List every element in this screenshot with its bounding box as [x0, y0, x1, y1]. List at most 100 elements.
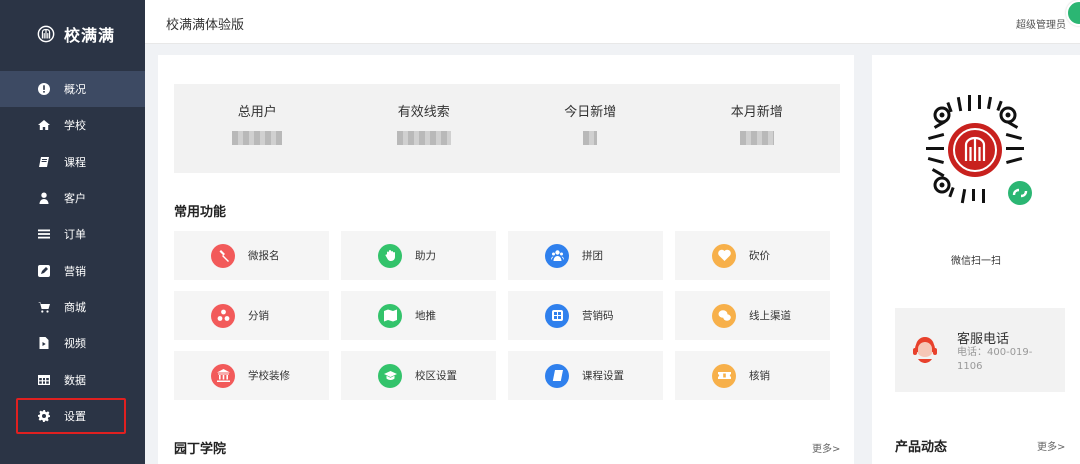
func-distribution[interactable]: 分销 [174, 291, 329, 340]
video-file-icon [38, 337, 50, 350]
graduation-cap-icon [378, 363, 402, 388]
list-icon [38, 228, 50, 240]
hammer-icon [211, 243, 235, 268]
stat-total-users: 总用户 [174, 84, 341, 173]
sidebar-item-label: 学校 [64, 119, 86, 133]
sidebar-item-overview[interactable]: 概况 [0, 71, 145, 108]
sidebar-item-school[interactable]: 学校 [0, 107, 145, 143]
func-verification[interactable]: 核销 [675, 351, 830, 400]
func-label: 微报名 [248, 250, 280, 262]
func-label: 线上渠道 [749, 310, 791, 322]
sidebar-item-mall[interactable]: 商城 [0, 289, 145, 325]
wechat-icon [712, 303, 736, 328]
func-group-buy[interactable]: 拼团 [508, 231, 663, 280]
stat-today-new: 今日新增 [507, 84, 674, 173]
academy-more-link[interactable]: 更多> [812, 440, 840, 455]
cart-icon [38, 301, 50, 313]
sidebar-item-label: 视频 [64, 337, 86, 351]
qrcode-icon [545, 303, 569, 328]
user-icon [38, 192, 50, 205]
func-online-channel[interactable]: 线上渠道 [675, 291, 830, 340]
func-school-decoration[interactable]: 学校装修 [174, 351, 329, 400]
func-campus-settings[interactable]: 校区设置 [341, 351, 496, 400]
bank-icon [211, 363, 235, 388]
map-icon [378, 303, 402, 328]
right-panel: 微信扫一扫 客服电话 电话：400-019-1106 产品动态 更多> [872, 55, 1080, 464]
func-label: 核销 [749, 370, 770, 382]
sidebar-item-video[interactable]: 视频 [0, 325, 145, 361]
sidebar-item-label: 数据 [64, 373, 86, 387]
wechat-miniprogram-qr [910, 75, 1040, 225]
service-phone: 电话：400-019-1106 [957, 347, 1033, 372]
main-panel: 总用户 有效线索 今日新增 本月新增 常用功能 微报名 助力 拼团 砍价 分销 … [158, 55, 854, 464]
stat-value-blurred [232, 131, 283, 145]
sidebar: 校满满 概况 学校 课程 客户 订单 营销 商城 视频 数据 设置 [0, 0, 145, 464]
group-icon [545, 243, 569, 268]
stat-label: 有效线索 [397, 105, 450, 120]
stat-value-blurred [396, 131, 451, 145]
func-label: 课程设置 [582, 370, 624, 382]
ticket-icon [712, 363, 736, 388]
stat-label: 总用户 [237, 105, 277, 120]
section-title-common: 常用功能 [174, 205, 227, 220]
func-label: 助力 [415, 250, 436, 262]
brand-name: 校满满 [64, 26, 116, 45]
section-title-academy: 园丁学院 [174, 442, 227, 457]
news-more-link[interactable]: 更多> [1037, 438, 1065, 453]
section-title-news: 产品动态 [895, 440, 948, 455]
func-label: 地推 [415, 310, 436, 322]
heart-icon [712, 243, 736, 268]
sidebar-item-label: 概况 [64, 83, 86, 97]
sidebar-item-course[interactable]: 课程 [0, 144, 145, 180]
sidebar-item-customer[interactable]: 客户 [0, 180, 145, 216]
sidebar-item-marketing[interactable]: 营销 [0, 252, 145, 288]
func-bargain[interactable]: 砍价 [675, 231, 830, 280]
stat-month-new: 本月新增 [674, 84, 841, 173]
stat-value-blurred [583, 131, 598, 145]
home-icon [38, 119, 50, 131]
sidebar-item-label: 设置 [64, 409, 86, 423]
user-role-label[interactable]: 超级管理员 [1016, 16, 1066, 31]
stat-value-blurred [739, 131, 774, 145]
customer-service-card: 客服电话 电话：400-019-1106 [895, 308, 1065, 392]
sidebar-nav: 概况 学校 课程 客户 订单 营销 商城 视频 数据 设置 [0, 71, 145, 434]
func-label: 分销 [248, 310, 269, 322]
sidebar-item-settings[interactable]: 设置 [0, 398, 145, 434]
func-ground-promotion[interactable]: 地推 [341, 291, 496, 340]
gear-icon [38, 409, 50, 422]
sidebar-item-data[interactable]: 数据 [0, 361, 145, 397]
share-icon [211, 303, 235, 328]
func-label: 拼团 [582, 250, 603, 262]
edit-icon [38, 264, 50, 277]
customer-service-icon [910, 333, 940, 365]
stat-valid-leads: 有效线索 [341, 84, 508, 173]
func-label: 营销码 [582, 310, 614, 322]
sidebar-item-label: 课程 [64, 155, 86, 169]
func-registration[interactable]: 微报名 [174, 231, 329, 280]
stat-label: 本月新增 [730, 105, 783, 120]
func-label: 学校装修 [248, 370, 290, 382]
alert-circle-icon [38, 83, 50, 96]
book-icon [545, 363, 569, 388]
table-icon [38, 374, 50, 386]
func-label: 砍价 [749, 250, 770, 262]
sidebar-item-label: 商城 [64, 300, 86, 314]
qr-caption: 微信扫一扫 [951, 256, 1001, 267]
brand-logo-icon [36, 24, 56, 44]
page-title: 校满满体验版 [166, 18, 245, 33]
topbar: 校满满体验版 超级管理员 [145, 0, 1080, 44]
sidebar-item-label: 营销 [64, 264, 86, 278]
func-boost[interactable]: 助力 [341, 231, 496, 280]
stats-row: 总用户 有效线索 今日新增 本月新增 [174, 84, 840, 173]
func-marketing-code[interactable]: 营销码 [508, 291, 663, 340]
func-course-settings[interactable]: 课程设置 [508, 351, 663, 400]
service-title: 客服电话 [957, 332, 1010, 347]
sidebar-item-label: 客户 [64, 192, 86, 206]
sidebar-item-orders[interactable]: 订单 [0, 216, 145, 252]
brand[interactable]: 校满满 [0, 0, 145, 68]
hand-icon [378, 243, 402, 268]
book-icon [38, 156, 50, 168]
func-label: 校区设置 [415, 370, 457, 382]
sidebar-item-label: 订单 [64, 228, 86, 242]
stat-label: 今日新增 [564, 105, 617, 120]
